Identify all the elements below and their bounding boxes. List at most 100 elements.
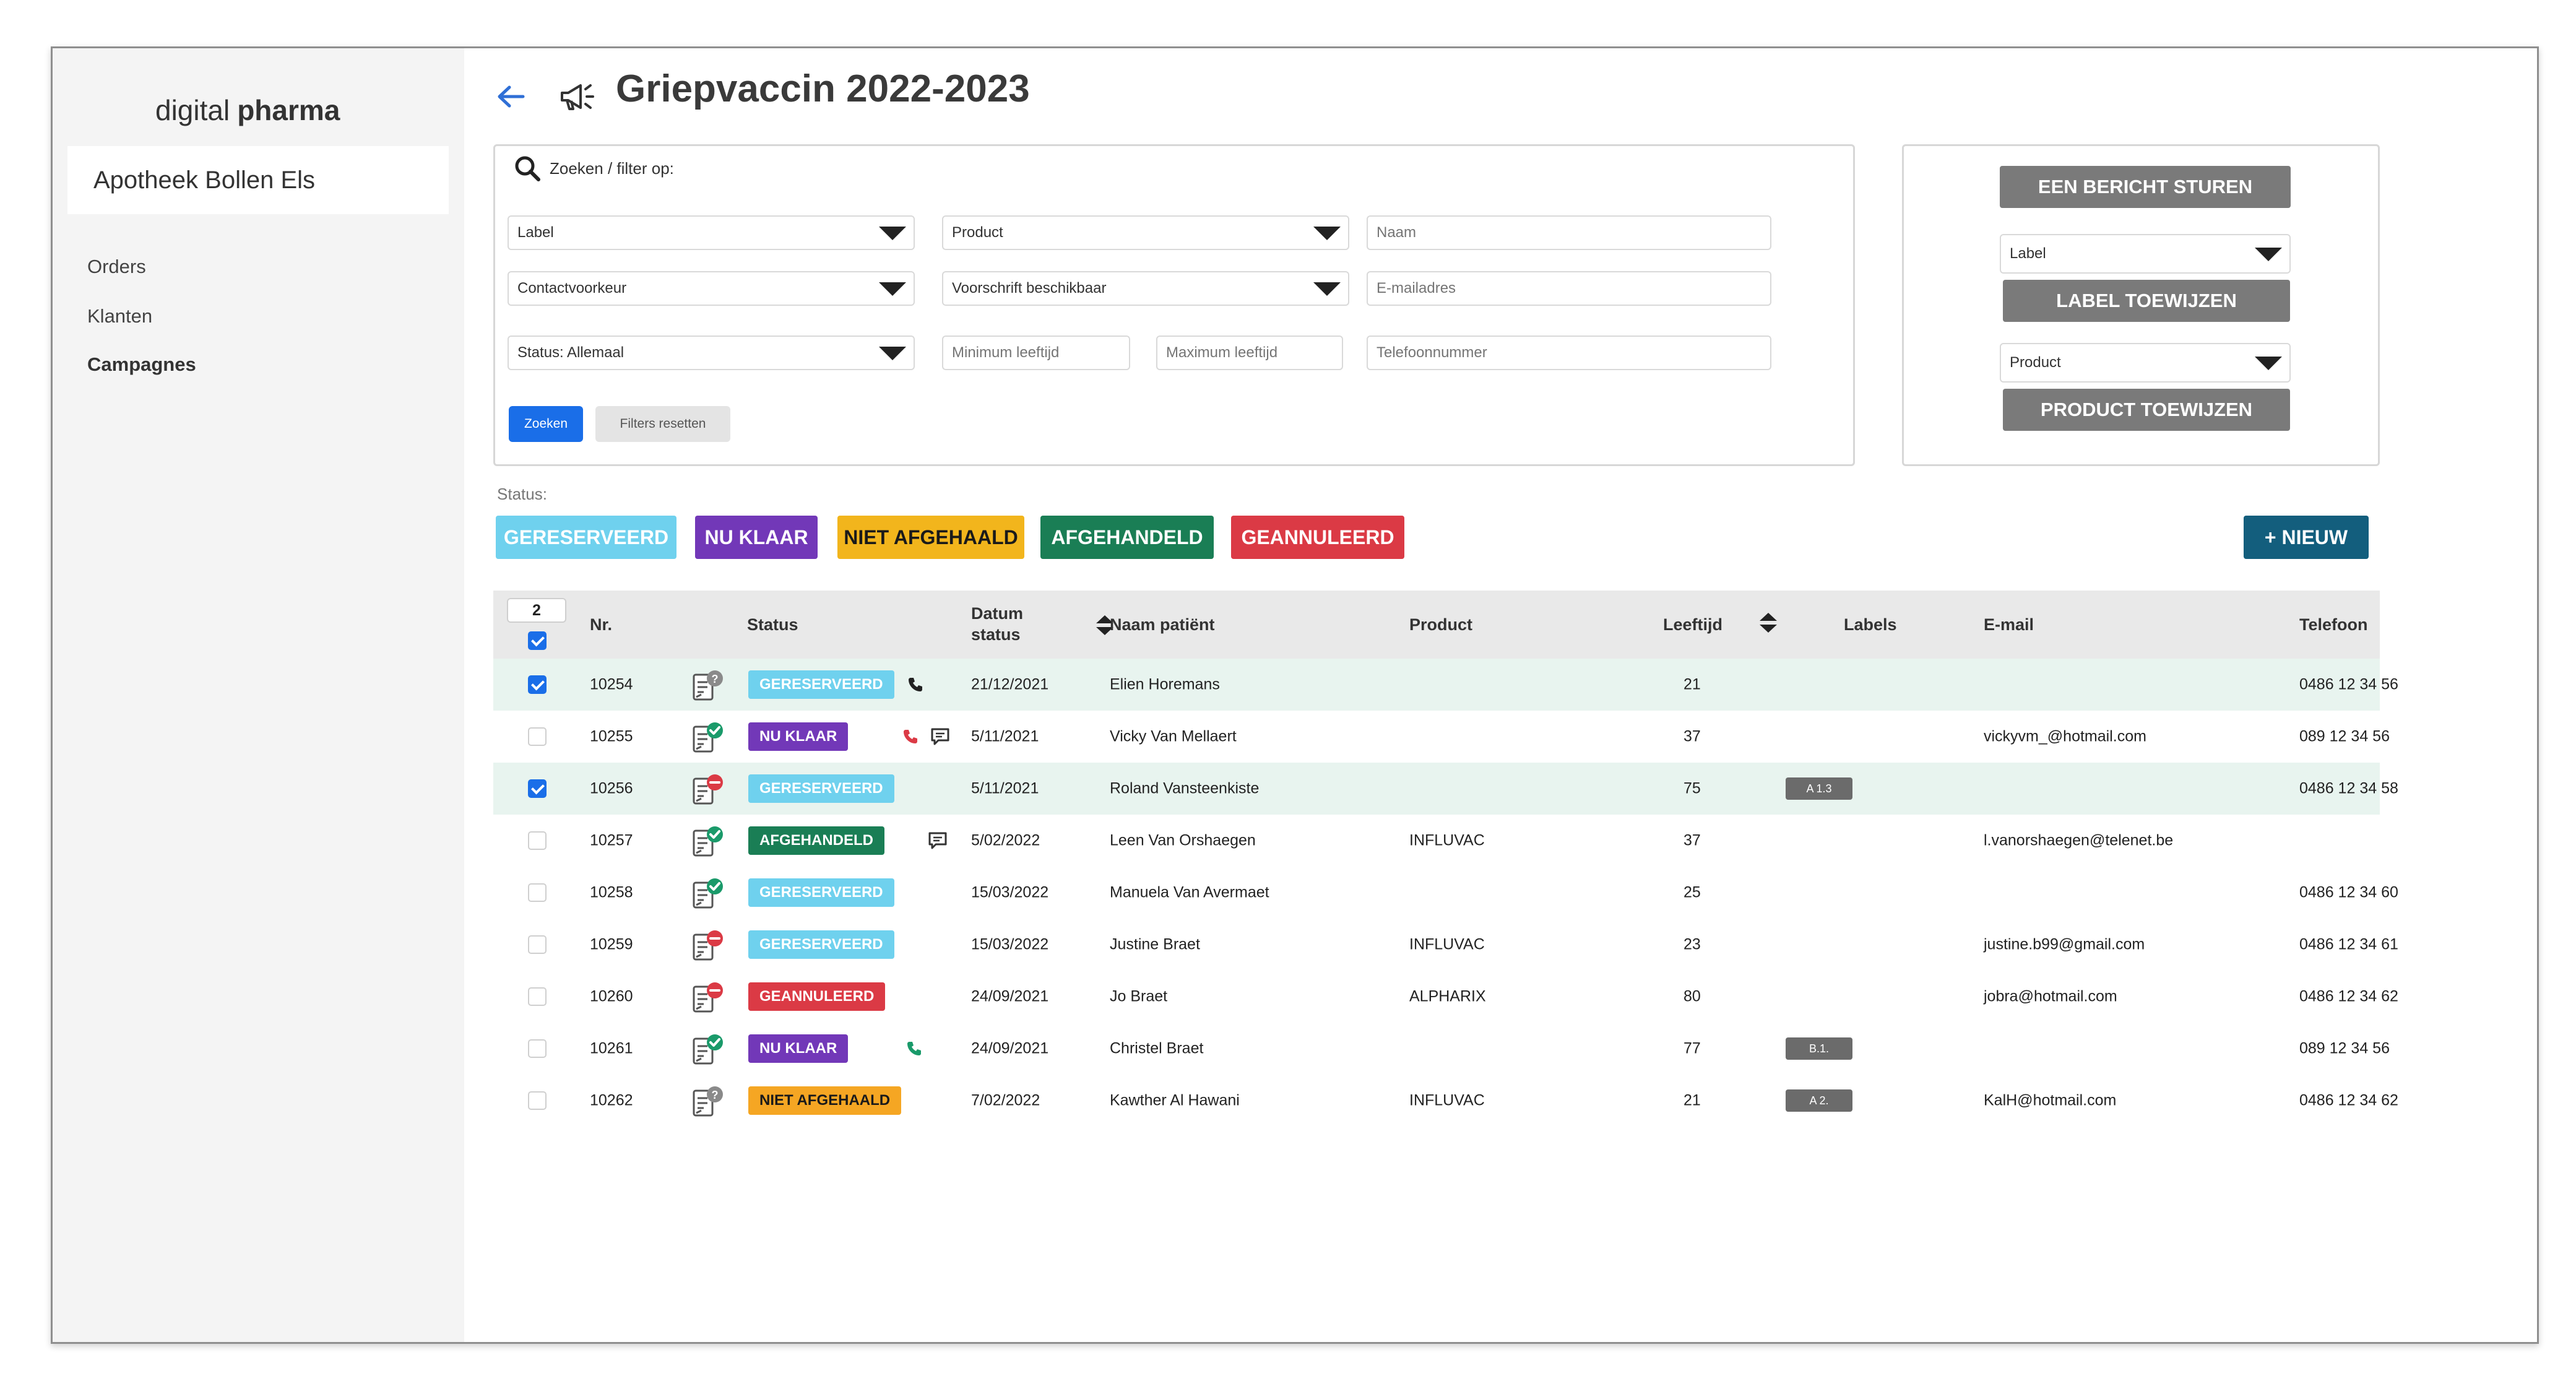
row-checkbox[interactable]: [528, 1039, 547, 1058]
table-row[interactable]: 10256 GERESERVEERD 5/11/2021 Roland Vanstee…: [493, 763, 2398, 815]
email[interactable]: jobra@hotmail.com: [1984, 988, 2117, 1006]
status-chip-niet-afgehaald[interactable]: NIET AFGEHAALD: [837, 516, 1024, 559]
phone[interactable]: 0486 12 34 56: [2299, 676, 2398, 694]
phone-input[interactable]: [1367, 336, 1771, 370]
max-age-input[interactable]: [1156, 336, 1343, 370]
table-row[interactable]: 10262? NIET AFGEHAALD 7/02/2022 Kawther Al …: [493, 1075, 2398, 1127]
bulk-label-value: Label: [2010, 245, 2046, 262]
reset-filters-button[interactable]: Filters resetten: [595, 406, 730, 442]
patient-name[interactable]: Christel Braet: [1110, 1040, 1203, 1058]
prescription-dropdown[interactable]: Voorschrift beschikbaar: [942, 271, 1349, 306]
patient-name[interactable]: Elien Horemans: [1110, 676, 1220, 694]
col-age[interactable]: Leeftijd: [1663, 615, 1722, 634]
age: 77: [1683, 1039, 1701, 1057]
status-badge-gereserveerd[interactable]: GERESERVEERD: [748, 670, 894, 699]
table-row[interactable]: 10257 AFGEHANDELD 5/02/2022 Leen Van Orshae…: [493, 815, 2380, 867]
row-checkbox[interactable]: [528, 883, 547, 902]
phone[interactable]: 089 12 34 56: [2299, 728, 2390, 746]
status-chip-gereserveerd[interactable]: GERESERVEERD: [496, 516, 676, 559]
status-caption: Status:: [497, 485, 547, 503]
email[interactable]: justine.b99@gmail.com: [1984, 936, 2145, 954]
sort-icon[interactable]: [1756, 610, 1781, 635]
table-row[interactable]: 10255 NU KLAAR 5/11/2021 Vicky Van Mellaert…: [493, 711, 2390, 763]
status-dropdown-value: Status: Allemaal: [517, 344, 625, 361]
label-tag[interactable]: A 1.3: [1786, 777, 1852, 800]
table-row[interactable]: 10260 GEANNULEERD 24/09/2021 Jo Braet ALPHAR…: [493, 971, 2398, 1023]
order-number: 10259: [590, 935, 633, 953]
col-date[interactable]: Datum status: [971, 603, 1039, 645]
patient-name[interactable]: Jo Braet: [1110, 988, 1167, 1006]
phone[interactable]: 0486 12 34 61: [2299, 936, 2398, 954]
phone[interactable]: 0486 12 34 60: [2299, 884, 2398, 902]
sidebar-item-orders[interactable]: Orders: [87, 256, 146, 278]
phone[interactable]: 0486 12 34 58: [2299, 780, 2398, 798]
label-tag[interactable]: B.1.: [1786, 1037, 1852, 1060]
search-button[interactable]: Zoeken: [509, 406, 583, 442]
row-checkbox[interactable]: [528, 779, 547, 798]
name-input[interactable]: [1367, 215, 1771, 250]
patient-name[interactable]: Leen Van Orshaegen: [1110, 832, 1256, 850]
row-checkbox[interactable]: [528, 675, 547, 694]
phone-icon[interactable]: [907, 676, 924, 693]
status-badge-nu-klaar[interactable]: NU KLAAR: [748, 1034, 849, 1063]
status-badge-nu-klaar[interactable]: NU KLAAR: [748, 722, 849, 751]
patient-name[interactable]: Vicky Van Mellaert: [1110, 728, 1237, 746]
status-dropdown[interactable]: Status: Allemaal: [508, 336, 915, 370]
selected-count: 2: [507, 598, 566, 623]
sidebar-item-campagnes[interactable]: Campagnes: [87, 353, 196, 376]
product-dropdown[interactable]: Product: [942, 215, 1349, 250]
patient-name[interactable]: Kawther Al Hawani: [1110, 1092, 1240, 1110]
contact-preference-dropdown[interactable]: Contactvoorkeur: [508, 271, 915, 306]
new-button[interactable]: + NIEUW: [2244, 516, 2369, 559]
status-badge-geannuleerd[interactable]: GEANNULEERD: [748, 982, 886, 1011]
table-row[interactable]: 10261 NU KLAAR 24/09/2021 Christel Braet 77 B…: [493, 1023, 2390, 1075]
col-labels: Labels: [1844, 615, 1897, 634]
status-badge-afgehandeld[interactable]: AFGEHANDELD: [748, 826, 884, 855]
phone[interactable]: 0486 12 34 62: [2299, 1092, 2398, 1110]
min-age-input[interactable]: [942, 336, 1130, 370]
sidebar-item-klanten[interactable]: Klanten: [87, 305, 152, 327]
patient-name[interactable]: Manuela Van Avermaet: [1110, 884, 1269, 902]
send-message-button[interactable]: EEN BERICHT STUREN: [2000, 166, 2291, 208]
assign-label-button[interactable]: LABEL TOEWIJZEN: [2003, 280, 2290, 322]
status-chip-geannuleerd[interactable]: GEANNULEERD: [1231, 516, 1404, 559]
status-badge-gereserveerd[interactable]: GERESERVEERD: [748, 878, 894, 907]
status-badge-gereserveerd[interactable]: GERESERVEERD: [748, 930, 894, 959]
table-row[interactable]: 10258 GERESERVEERD 15/03/2022 Manuela Van A…: [493, 867, 2398, 919]
email[interactable]: l.vanorshaegen@telenet.be: [1984, 832, 2173, 850]
phone[interactable]: 089 12 34 56: [2299, 1040, 2390, 1058]
chat-icon[interactable]: [929, 727, 951, 747]
email[interactable]: vickyvm_@hotmail.com: [1984, 728, 2146, 746]
bulk-product-dropdown[interactable]: Product: [2000, 343, 2291, 383]
age: 80: [1683, 987, 1701, 1005]
patient-name[interactable]: Roland Vansteenkiste: [1110, 780, 1259, 798]
bulk-label-dropdown[interactable]: Label: [2000, 234, 2291, 274]
status-chip-nu-klaar[interactable]: NU KLAAR: [695, 516, 818, 559]
phone-missed-icon[interactable]: [902, 728, 919, 745]
assign-product-button[interactable]: PRODUCT TOEWIJZEN: [2003, 389, 2290, 431]
patients-table: 2 Nr. Status Datum status Naam patiënt P…: [493, 591, 2398, 1127]
table-row[interactable]: 10259 GERESERVEERD 15/03/2022 Justine Braet…: [493, 919, 2398, 971]
back-arrow-icon[interactable]: [492, 78, 529, 115]
prescription-check-icon: [693, 722, 723, 753]
status-badge-gereserveerd[interactable]: GERESERVEERD: [748, 774, 894, 803]
phone-icon[interactable]: [905, 1040, 923, 1057]
pharmacy-selector[interactable]: Apotheek Bollen Els: [67, 146, 449, 214]
row-checkbox[interactable]: [528, 727, 547, 746]
row-checkbox[interactable]: [528, 987, 547, 1006]
select-all-checkbox[interactable]: [528, 631, 547, 650]
label-dropdown[interactable]: Label: [508, 215, 915, 250]
status-badge-niet-afgehaald[interactable]: NIET AFGEHAALD: [748, 1086, 902, 1115]
status-date: 15/03/2022: [971, 883, 1049, 901]
label-tag[interactable]: A 2.: [1786, 1089, 1852, 1112]
row-checkbox[interactable]: [528, 1091, 547, 1110]
patient-name[interactable]: Justine Braet: [1110, 936, 1200, 954]
row-checkbox[interactable]: [528, 935, 547, 954]
email[interactable]: KalH@hotmail.com: [1984, 1092, 2116, 1110]
chat-icon[interactable]: [927, 831, 949, 851]
row-checkbox[interactable]: [528, 831, 547, 850]
status-chip-afgehandeld[interactable]: AFGEHANDELD: [1040, 516, 1214, 559]
table-row[interactable]: 10254? GERESERVEERD 21/12/2021 Elien Horema…: [493, 659, 2398, 711]
phone[interactable]: 0486 12 34 62: [2299, 988, 2398, 1006]
email-input[interactable]: [1367, 271, 1771, 306]
